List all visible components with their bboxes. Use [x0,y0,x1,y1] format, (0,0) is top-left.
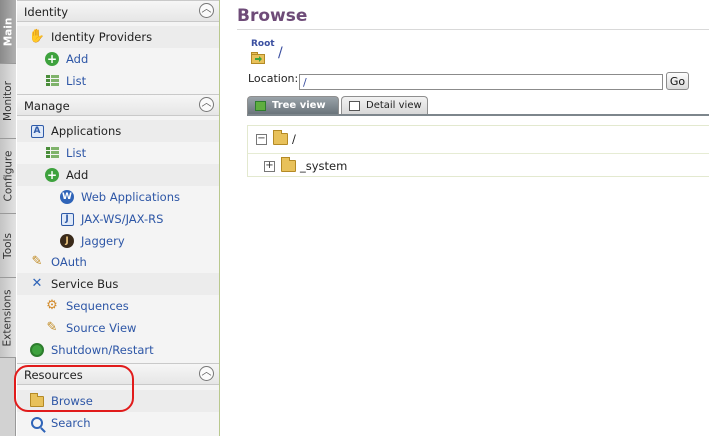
web-app-icon: W [59,189,75,205]
left-menu: Identity ︿ ✋ Identity Providers + Add Li… [17,0,220,436]
sequences-icon: ⚙ [46,298,58,313]
folder-open-icon [273,130,288,145]
list-icon [44,73,60,89]
menu-label-apps-add: Add [66,168,89,182]
menu-item-identity-providers[interactable]: ✋ Identity Providers [17,26,219,48]
service-bus-icon: ✕ [31,276,43,291]
menu-item-service-bus[interactable]: ✕ Service Bus [17,273,219,295]
handshake-icon: ✋ [28,29,46,44]
menu-item-apps-add[interactable]: + Add [17,164,219,186]
tab-detail-view-label: Detail view [366,100,422,111]
menu-item-shutdown-restart[interactable]: Shutdown/Restart [29,339,154,361]
menu-item-web-applications[interactable]: W Web Applications [59,186,180,208]
tab-configure[interactable]: Configure [0,139,16,214]
location-input[interactable] [299,74,663,90]
menu-label-search: Search [51,416,91,430]
menu-label-web-applications: Web Applications [81,190,180,204]
tab-extensions-label: Extensions [2,288,14,347]
menu-item-oauth[interactable]: ✎ OAuth [29,251,87,273]
section-title-manage: Manage [24,99,70,113]
vertical-tab-strip: Main Monitor Configure Tools Extensions [0,0,16,436]
tab-tree-view[interactable]: Tree view [247,96,339,114]
section-header-resources: Resources ︿ [17,363,219,385]
tree-node-root: − / [256,130,296,148]
search-icon [29,415,45,431]
menu-label-jax-ws-rs: JAX-WS/JAX-RS [81,212,164,226]
menu-label-oauth: OAuth [51,255,87,269]
tree-node-system: + _system [264,157,347,175]
menu-label-sequences: Sequences [66,299,129,313]
root-label: Root [251,39,275,49]
tree-divider [248,153,709,154]
jax-icon: J [59,211,75,227]
menu-item-idp-add[interactable]: + Add [44,48,88,70]
section-title-resources: Resources [24,368,83,382]
section-header-identity: Identity ︿ [17,0,219,22]
collapse-manage-icon[interactable]: ︿ [199,97,214,112]
title-divider [237,29,709,30]
jaggery-icon: J [59,233,75,249]
tree-node-system-label[interactable]: _system [300,159,347,173]
menu-item-search[interactable]: Search [29,412,91,434]
menu-label-idp-add: Add [66,52,89,66]
detail-view-icon [349,100,360,111]
add-icon: + [45,52,59,66]
folder-icon [281,157,296,172]
tab-tools[interactable]: Tools [0,214,16,278]
oauth-icon: ✎ [31,254,43,269]
section-header-manage: Manage ︿ [17,94,219,116]
menu-item-browse[interactable]: Browse [17,390,219,412]
menu-label-browse: Browse [51,394,93,408]
applications-icon: A [29,123,45,139]
tab-underline [247,114,709,116]
power-gear-icon [29,342,45,358]
tab-monitor-label: Monitor [2,81,15,121]
menu-item-apps-list[interactable]: List [44,142,86,164]
tab-main-label: Main [2,17,15,46]
location-label: Location: [248,72,299,85]
menu-label-identity-providers: Identity Providers [51,30,153,44]
section-title-identity: Identity [24,5,69,19]
root-folder-icon[interactable] [251,52,265,64]
add-icon: + [45,168,59,182]
tree-node-root-label[interactable]: / [292,132,296,146]
collapse-identity-icon[interactable]: ︿ [199,3,214,18]
menu-label-apps-list: List [66,146,87,160]
collapse-node-icon[interactable]: − [256,133,267,145]
menu-label-shutdown-restart: Shutdown/Restart [51,343,154,357]
collapse-resources-icon[interactable]: ︿ [199,366,214,381]
tab-monitor[interactable]: Monitor [0,64,16,139]
menu-item-idp-list[interactable]: List [44,70,86,92]
tree-view-icon [255,100,266,111]
tab-tools-label: Tools [2,232,14,259]
menu-item-applications[interactable]: A Applications [17,120,219,142]
main-content: Browse Root / Location: Go Tree view Det… [221,0,709,436]
expand-node-icon[interactable]: + [264,160,275,172]
menu-item-sequences[interactable]: ⚙ Sequences [44,295,129,317]
menu-label-jaggery: Jaggery [81,234,125,248]
menu-label-idp-list: List [66,74,87,88]
menu-item-jaggery[interactable]: J Jaggery [59,230,125,252]
page-title: Browse [237,6,308,26]
menu-label-service-bus: Service Bus [51,277,119,291]
list-icon [44,145,60,161]
tab-configure-label: Configure [2,150,15,202]
tab-detail-view[interactable]: Detail view [341,96,428,114]
tab-main[interactable]: Main [0,0,16,64]
menu-label-source-view: Source View [66,321,137,335]
menu-label-applications: Applications [51,124,122,138]
menu-item-source-view[interactable]: ✎ Source View [44,317,137,339]
tab-tree-view-label: Tree view [272,100,326,111]
source-view-icon: ✎ [46,320,58,335]
root-path-link[interactable]: / [278,45,283,61]
go-button[interactable]: Go [666,72,689,90]
tab-extensions[interactable]: Extensions [0,278,16,358]
resource-tree: − / + _system [247,125,709,177]
menu-item-jax-ws-rs[interactable]: J JAX-WS/JAX-RS [59,208,163,230]
browse-folder-icon [29,392,45,409]
